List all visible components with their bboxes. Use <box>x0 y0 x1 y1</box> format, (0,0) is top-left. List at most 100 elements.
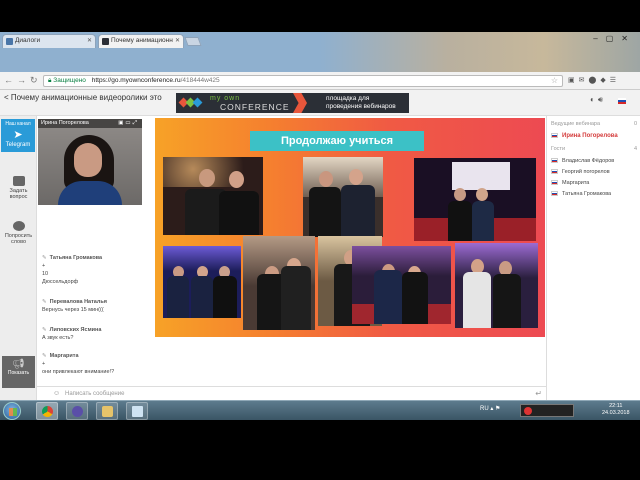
desktop-wallpaper <box>320 32 640 72</box>
request-speak-label: Попросить слово <box>4 233 33 245</box>
hosts-count: 0 <box>633 121 637 127</box>
extension-icons[interactable]: ▣✉⬤◆☰ <box>568 76 620 84</box>
webinar-title[interactable]: < Почему анимационные видеоролики это <box>4 93 162 102</box>
chat-author[interactable]: Маргарита <box>42 352 146 360</box>
slide-title: Продолжаю учиться <box>250 131 424 151</box>
question-icon <box>12 176 25 186</box>
reload-icon[interactable]: ↻ <box>30 75 38 86</box>
person-body <box>341 185 375 237</box>
send-icon[interactable]: ↵ <box>535 389 542 398</box>
telegram-button[interactable]: Наш канал ➤ Telegram <box>1 119 35 152</box>
clock-time: 22:11 <box>609 403 623 409</box>
url-host: https://go.myownconference.ru <box>91 77 181 84</box>
windows-taskbar: RU ▴ ⚑ 22:11 24.03.2018 <box>0 400 640 420</box>
russian-flag-icon[interactable] <box>618 98 626 104</box>
guest-row[interactable]: Георгий погорелов <box>551 169 610 175</box>
address-bar[interactable]: 🔒︎ Защищено https://go.myownconference.r… <box>43 75 563 87</box>
photo-7 <box>352 246 451 324</box>
photo-screen <box>452 162 510 190</box>
chat-message: Маргарита + они привлекают внимание!? <box>42 352 146 376</box>
chat-message: Липовских Ясмина А звук есть? <box>42 326 146 342</box>
app-taskbar-button[interactable] <box>66 402 88 420</box>
request-speak-button[interactable]: Попросить слово <box>2 221 35 245</box>
presentation-button[interactable]: 📢︎ Показать <box>2 356 35 388</box>
person-head <box>349 169 363 185</box>
presentation-slide[interactable]: Продолжаю учиться <box>155 118 545 337</box>
document-icon <box>132 406 143 417</box>
banner-logo-bottom: CONFERENCE <box>220 102 290 112</box>
url-path: /418444w425 <box>180 77 220 84</box>
app-icon <box>72 406 83 417</box>
photo-2 <box>303 157 383 237</box>
close-icon[interactable]: ✕ <box>175 37 180 44</box>
header-controls[interactable]: ◐🔊︎ <box>590 95 606 105</box>
screen: Диалоги ✕ Почему анимационн ✕ –▢✕ ← → ↻ … <box>0 0 640 480</box>
clock[interactable]: 22:11 24.03.2018 <box>602 403 630 417</box>
person-head <box>454 188 466 201</box>
hosts-header: Ведущие вебинара <box>551 121 601 127</box>
left-toolbar: Наш канал ➤ Telegram Задать вопрос Попро… <box>0 116 37 400</box>
chat-list: Татьяна Громакова + 10 Дюссельдорф Перев… <box>38 240 148 385</box>
russian-flag-icon <box>551 191 558 197</box>
banner-chevron-icon <box>293 93 307 113</box>
guest-name: Маргарита <box>562 180 590 186</box>
notepad-taskbar-button[interactable] <box>126 402 148 420</box>
logo-diamond-icon <box>192 97 203 108</box>
chat-text: 10 <box>42 271 49 277</box>
photo-light <box>352 246 451 276</box>
russian-flag-icon <box>551 180 558 186</box>
system-tray[interactable]: RU ▴ ⚑ <box>480 405 500 412</box>
speaker-face <box>74 143 102 177</box>
smiley-icon[interactable]: ☺ <box>53 390 60 397</box>
tab-label: Диалоги <box>15 37 41 44</box>
megaphone-icon: 📢︎ <box>12 359 25 370</box>
guest-row[interactable]: Владислав Фёдоров <box>551 158 614 164</box>
chrome-taskbar-button[interactable] <box>36 402 58 420</box>
chat-author[interactable]: Липовских Ясмина <box>42 326 146 334</box>
photo-5 <box>243 236 315 330</box>
participants-panel: Ведущие вебинара 0 Ирина Погорелова Гост… <box>546 116 640 400</box>
guest-row[interactable]: Маргарита <box>551 180 589 186</box>
guest-row[interactable]: Татьяна Громакова <box>551 191 611 197</box>
webinar-app: < Почему анимационные видеоролики это my… <box>0 90 640 400</box>
chat-text: Вернусь через 15 мин((( <box>42 307 104 313</box>
forward-arrow-icon[interactable]: → <box>17 75 26 85</box>
app-header: < Почему анимационные видеоролики это my… <box>0 90 640 116</box>
bookmark-star-icon[interactable]: ☆ <box>551 76 558 85</box>
folder-icon <box>102 406 113 417</box>
recorder-widget[interactable] <box>520 404 574 417</box>
chat-author[interactable]: Татьяна Громакова <box>42 254 146 262</box>
tab-webinar[interactable]: Почему анимационн ✕ <box>98 34 184 48</box>
person-body <box>281 266 311 330</box>
new-tab-button[interactable] <box>184 37 202 46</box>
start-button[interactable] <box>3 402 21 420</box>
presentation-label: Показать <box>7 370 30 376</box>
video-controls[interactable]: ▣▭⤢ <box>118 120 139 127</box>
person-body <box>191 276 213 318</box>
close-icon[interactable]: ✕ <box>87 37 92 44</box>
myownconference-icon <box>102 38 109 45</box>
explorer-taskbar-button[interactable] <box>96 402 118 420</box>
language-indicator[interactable]: RU <box>480 406 489 412</box>
telegram-label: Telegram <box>5 142 31 148</box>
person-head <box>229 171 244 188</box>
chat-text: + <box>42 361 46 367</box>
chat-input[interactable]: ☺ Написать сообщение ↵ <box>37 386 546 400</box>
chat-text: + <box>42 263 46 269</box>
back-arrow-icon[interactable]: ← <box>4 75 13 85</box>
chat-author[interactable]: Перевалова Наталья <box>42 298 146 306</box>
chat-message: Татьяна Громакова + 10 Дюссельдорф <box>42 254 146 286</box>
record-icon <box>524 407 532 415</box>
speaker-video[interactable]: Ирина Погорелова ▣▭⤢ <box>38 119 142 205</box>
speaker-name: Ирина Погорелова <box>41 120 89 126</box>
host-row[interactable]: Ирина Погорелова <box>551 133 618 139</box>
person-body <box>213 276 237 318</box>
person-body <box>309 187 341 237</box>
promo-banner[interactable]: my own CONFERENCE площадка для проведени… <box>176 93 409 113</box>
person-head <box>476 188 488 201</box>
guest-name: Георгий погорелов <box>562 169 610 175</box>
window-controls[interactable]: –▢✕ <box>593 34 636 43</box>
tab-dialogs[interactable]: Диалоги ✕ <box>2 34 96 48</box>
guests-header: Гости <box>551 146 566 152</box>
ask-question-button[interactable]: Задать вопрос <box>2 176 35 200</box>
